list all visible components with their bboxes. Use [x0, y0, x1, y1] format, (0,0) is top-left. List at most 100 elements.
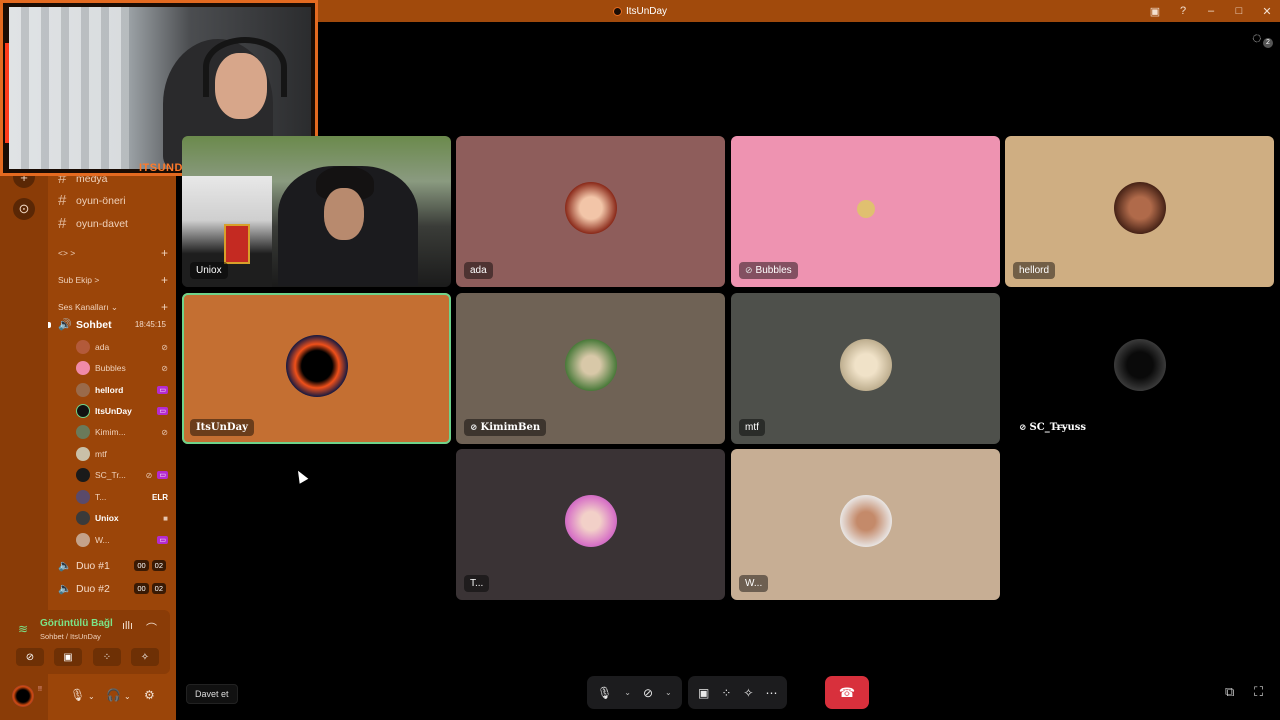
category-sub-ekip[interactable]: Sub Ekip > + [58, 274, 168, 286]
user-count: 00 02 [134, 560, 166, 571]
member-name: Uniox [95, 513, 119, 523]
member-name: W... [95, 535, 110, 545]
participant-name: ItsUnDay [196, 422, 248, 433]
voice-channel-label: Duo #2 [76, 582, 110, 595]
activities-icon[interactable]: ⁘ [721, 686, 731, 700]
channel-oyun-davet[interactable]: # oyun-davet [58, 215, 128, 232]
username: !! [38, 686, 42, 693]
chevron-down-icon[interactable]: ⌄ [88, 692, 95, 701]
voice-member[interactable]: hellord ▭ [76, 381, 168, 399]
avatar [76, 361, 90, 375]
channel-oyun-oneri[interactable]: # oyun-öneri [58, 192, 126, 209]
participant-name: T... [470, 578, 484, 589]
activities-button[interactable]: ⁘ [93, 648, 121, 666]
participant-tile[interactable]: ⊘ Bubbles [731, 136, 1000, 287]
voice-member[interactable]: W... ▭ [76, 531, 168, 549]
popout-icon[interactable]: ⧉ [1225, 684, 1234, 700]
count-limit: 02 [151, 560, 166, 571]
hash-icon: # [58, 215, 67, 232]
disconnect-button[interactable]: ☎ [825, 676, 869, 709]
category-collapsed[interactable]: <> > + [58, 247, 168, 259]
discover-icon[interactable]: ⊙ [13, 198, 35, 220]
minimize-icon[interactable]: – [1204, 5, 1218, 17]
participant-tile[interactable]: ada [456, 136, 725, 287]
voice-member[interactable]: Kimim... ⊘ [76, 423, 168, 441]
voice-member[interactable]: ada ⊘ [76, 338, 168, 356]
voice-member[interactable]: Bubbles ⊘ [76, 359, 168, 377]
voice-member[interactable]: SC_Tr... ⊘ ▭ [76, 466, 168, 484]
participant-tile[interactable]: ⊘ SC_Tr̶y̶uss [1005, 293, 1274, 444]
avatar[interactable] [12, 685, 34, 707]
participant-label: T... [464, 575, 490, 592]
avatar [76, 404, 90, 418]
voice-channel-sohbet[interactable]: 🔊 Sohbet 18:45:15 [58, 318, 166, 332]
category-label: <> > [58, 248, 76, 258]
soundboard-icon[interactable]: ✧ [743, 686, 753, 700]
chevron-down-icon[interactable]: ⌄ [124, 692, 131, 701]
avatar [76, 383, 90, 397]
maximize-icon[interactable]: □ [1232, 5, 1246, 17]
participant-name: W... [745, 578, 763, 589]
help-icon[interactable]: ? [1176, 5, 1190, 17]
participant-name: hellord [1019, 265, 1050, 276]
invite-button[interactable]: Davet et [186, 684, 238, 704]
participant-name: Bubbles [755, 265, 792, 276]
avatar [285, 334, 348, 397]
add-channel-icon[interactable]: + [161, 247, 168, 259]
voice-channel-label: Sohbet [76, 318, 112, 331]
participant-tile[interactable]: hellord [1005, 136, 1274, 287]
microphone-icon[interactable]: 🎙 [597, 686, 612, 700]
participant-tile[interactable]: mtf [731, 293, 1000, 444]
camera-off-button[interactable]: ⊘ [16, 648, 44, 666]
screen-share-icon[interactable]: ▣ [698, 686, 709, 700]
microphone-icon[interactable]: 🎙 [70, 688, 85, 702]
voice-member[interactable]: Uniox ■ [76, 509, 168, 527]
avatar [564, 181, 617, 234]
participant-tile[interactable]: W... [731, 449, 1000, 600]
threads-icon[interactable]: ◌ [1252, 30, 1262, 48]
camera-off-icon[interactable]: ⊘ [643, 686, 653, 700]
live-badge: ▭ [157, 536, 168, 544]
gear-icon[interactable]: ⚙ [144, 688, 155, 702]
live-badge: ▭ [157, 386, 168, 394]
speaker-icon: 🔊 [58, 319, 72, 331]
screen-share-button[interactable]: ▣ [54, 648, 82, 666]
speaker-icon: 🔈 [58, 560, 72, 572]
avatar [1113, 338, 1166, 391]
voice-member[interactable]: mtf [76, 445, 168, 463]
headphones-icon[interactable]: 🎧 [106, 688, 121, 702]
category-ses-kanallari[interactable]: Ses Kanalları ⌄ + [58, 301, 168, 313]
avatar [76, 340, 90, 354]
participant-tile[interactable]: Uniox [182, 136, 451, 287]
inbox-icon[interactable]: ▣ [1148, 5, 1162, 18]
participant-tile[interactable]: ⊘ KimimBen [456, 293, 725, 444]
video-face [324, 188, 364, 240]
participant-tile-speaking[interactable]: ItsUnDay [182, 293, 451, 444]
voice-member[interactable]: ItsUnDay ▭ [76, 402, 168, 420]
voice-channel-duo-1[interactable]: 🔈 Duo #1 00 02 [58, 559, 166, 572]
voice-connection-panel: ≋ Görüntülü Bağl Sohbet / ItsUnDay ıllı … [6, 610, 170, 674]
chevron-down-icon[interactable]: ⌄ [665, 688, 672, 697]
avatar [564, 338, 617, 391]
voice-member[interactable]: T... ELR [76, 488, 168, 506]
add-channel-icon[interactable]: + [161, 301, 168, 313]
mouse-cursor [293, 468, 309, 484]
add-channel-icon[interactable]: + [161, 274, 168, 286]
participant-label: hellord [1013, 262, 1056, 279]
hangup-icon: ☎ [838, 684, 856, 700]
voice-channel-duo-2[interactable]: 🔈 Duo #2 00 02 [58, 582, 166, 595]
chevron-down-icon[interactable]: ⌄ [624, 688, 631, 697]
participant-tile[interactable]: T... [456, 449, 725, 600]
noise-suppression-icon[interactable]: ıllı [122, 620, 133, 632]
participant-label: Uniox [190, 262, 228, 279]
fullscreen-icon[interactable]: ⛶ [1254, 684, 1263, 700]
more-icon[interactable]: ⋯ [765, 686, 777, 700]
close-icon[interactable]: ✕ [1260, 5, 1274, 18]
soundboard-button[interactable]: ✧ [131, 648, 159, 666]
camera-icon: ■ [163, 513, 168, 523]
participant-label: ItsUnDay [190, 419, 254, 436]
participant-label: ⊘ Bubbles [739, 262, 798, 279]
connection-location[interactable]: Sohbet / ItsUnDay [40, 632, 101, 641]
disconnect-icon[interactable]: ⌒ [146, 620, 157, 636]
participant-name: SC_Tr̶y̶uss [1029, 422, 1087, 433]
